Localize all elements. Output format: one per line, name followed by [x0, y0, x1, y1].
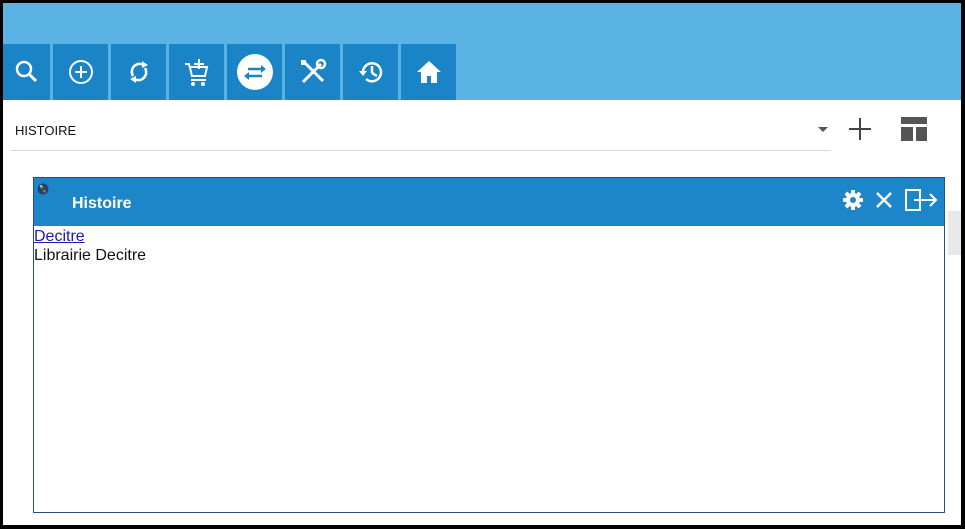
category-select[interactable]: HISTOIRE [11, 107, 831, 151]
category-selector-row: HISTOIRE [3, 107, 961, 255]
history-button[interactable] [343, 44, 398, 100]
panel-title: Histoire [72, 195, 132, 212]
refresh-button[interactable] [111, 44, 166, 100]
panel-header-actions [842, 186, 940, 214]
history-icon [358, 62, 382, 83]
home-icon [416, 61, 441, 83]
toolbar [3, 44, 459, 100]
tools-button[interactable] [285, 44, 340, 100]
home-button[interactable] [401, 44, 456, 100]
globe-icon [37, 183, 49, 195]
app-frame: HISTOIRE Histoire Decitre Librairie Deci… [3, 3, 961, 525]
layout-icon[interactable] [901, 117, 927, 141]
decitre-link[interactable]: Decitre [34, 228, 85, 245]
search-button[interactable] [3, 44, 50, 100]
add-to-cart-button[interactable] [169, 44, 224, 100]
gear-icon[interactable] [842, 189, 864, 211]
histoire-panel: Histoire Decitre Librairie Decitre [33, 177, 945, 513]
panel-body: Decitre Librairie Decitre [34, 227, 146, 265]
scroll-edge [948, 211, 961, 255]
detach-panel-icon[interactable] [904, 186, 940, 214]
top-bar [3, 3, 961, 100]
swap-icon [236, 54, 273, 90]
add-button[interactable] [53, 44, 108, 100]
panel-header: Histoire [34, 178, 944, 226]
cart-add-icon [184, 59, 208, 86]
chevron-down-icon[interactable] [818, 127, 828, 132]
refresh-icon [129, 61, 148, 83]
search-icon [15, 60, 37, 83]
tools-icon [300, 58, 326, 84]
close-icon[interactable] [874, 190, 894, 210]
swap-button[interactable] [227, 44, 282, 100]
add-circle-icon [68, 60, 93, 84]
link-description: Librairie Decitre [34, 247, 147, 264]
add-tab-icon[interactable] [848, 117, 872, 141]
category-select-value: HISTOIRE [15, 123, 77, 138]
